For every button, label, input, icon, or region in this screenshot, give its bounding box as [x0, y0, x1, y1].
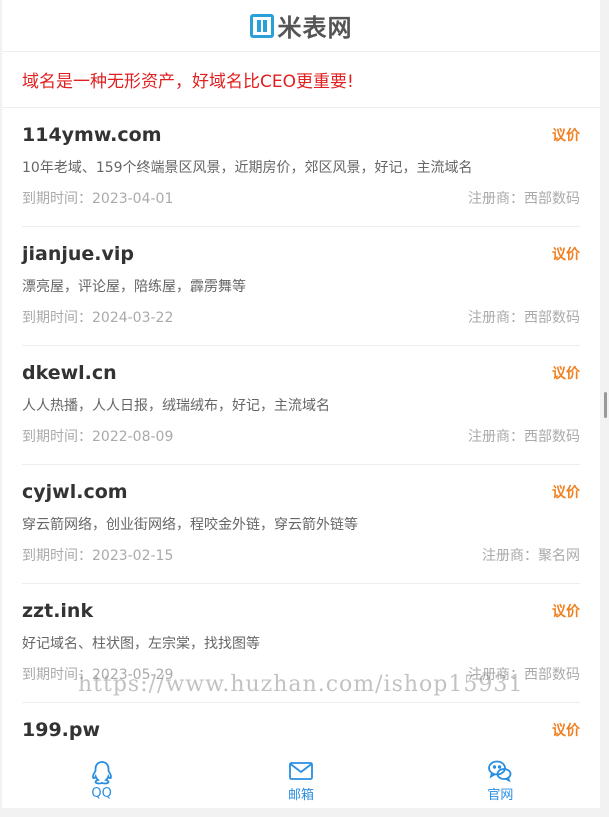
domain-description: 穿云箭网络，创业街网络，程咬金外链，穿云箭外链等 [22, 517, 358, 533]
domain-item[interactable]: zzt.ink 议价 好记域名、柱状图，左宗棠，找找图等 到期时间：2023-05… [22, 584, 580, 703]
domain-name[interactable]: zzt.ink [22, 600, 93, 622]
registrar: 注册商：西部数码 [468, 667, 580, 683]
domain-item[interactable]: jianjue.vip 议价 漂亮屋，评论屋，陪练屋，霹雳舞等 到期时间：2024… [22, 227, 580, 346]
domain-name[interactable]: dkewl.cn [22, 362, 117, 384]
expire-date: 到期时间：2023-02-15 [22, 548, 174, 564]
page: 米表网 域名是一种无形资产，好域名比CEO更重要! 114ymw.com 议价 1… [2, 0, 600, 808]
expire-date: 到期时间：2023-04-01 [22, 191, 174, 207]
nav-site[interactable]: 官网 [401, 752, 600, 808]
nav-mail-label: 邮箱 [287, 787, 314, 803]
domain-item[interactable]: cyjwl.com 议价 穿云箭网络，创业街网络，程咬金外链，穿云箭外链等 到期时… [22, 465, 580, 584]
registrar: 注册商：西部数码 [468, 310, 580, 326]
registrar: 注册商：聚名网 [482, 548, 580, 564]
nav-site-label: 官网 [487, 787, 514, 803]
wechat-icon [488, 760, 512, 782]
domain-name[interactable]: cyjwl.com [22, 481, 128, 503]
logo[interactable]: 米表网 [249, 8, 353, 43]
logo-text: 米表网 [277, 14, 353, 42]
price-label: 议价 [552, 247, 580, 263]
price-label: 议价 [552, 604, 580, 620]
nav-mail[interactable]: 邮箱 [201, 752, 400, 808]
expire-date: 到期时间：2024-03-22 [22, 310, 174, 326]
slogan: 域名是一种无形资产，好域名比CEO更重要! [2, 52, 600, 108]
qq-icon [91, 760, 112, 784]
bottom-nav: QQ 邮箱 官网 [2, 752, 600, 808]
domain-item[interactable]: dkewl.cn 议价 人人热播，人人日报，绒瑞绒布，好记，主流域名 到期时间：2… [22, 346, 580, 465]
domain-name[interactable]: 114ymw.com [22, 124, 162, 146]
registrar: 注册商：西部数码 [468, 191, 580, 207]
nav-qq-label: QQ [91, 785, 112, 801]
expire-date: 到期时间：2022-08-09 [22, 429, 174, 445]
scrollbar[interactable] [604, 392, 607, 418]
domain-list: 114ymw.com 议价 10年老域、159个终端景区风景，近期房价，郊区风景，… [2, 108, 600, 808]
price-label: 议价 [552, 485, 580, 501]
expire-date: 到期时间：2023-05-29 [22, 667, 174, 683]
domain-description: 好记域名、柱状图，左宗棠，找找图等 [22, 636, 260, 652]
nav-qq[interactable]: QQ [2, 752, 201, 808]
price-label: 议价 [552, 723, 580, 739]
logo-icon [249, 13, 274, 38]
header: 米表网 [2, 0, 600, 52]
price-label: 议价 [552, 128, 580, 144]
domain-description: 漂亮屋，评论屋，陪练屋，霹雳舞等 [22, 279, 246, 295]
registrar: 注册商：西部数码 [468, 429, 580, 445]
domain-item[interactable]: 114ymw.com 议价 10年老域、159个终端景区风景，近期房价，郊区风景，… [22, 108, 580, 227]
domain-name[interactable]: jianjue.vip [22, 243, 134, 265]
domain-name[interactable]: 199.pw [22, 719, 100, 741]
price-label: 议价 [552, 366, 580, 382]
domain-description: 10年老域、159个终端景区风景，近期房价，郊区风景，好记，主流域名 [22, 160, 473, 176]
mail-icon [289, 761, 313, 780]
domain-description: 人人热播，人人日报，绒瑞绒布，好记，主流域名 [22, 398, 330, 414]
